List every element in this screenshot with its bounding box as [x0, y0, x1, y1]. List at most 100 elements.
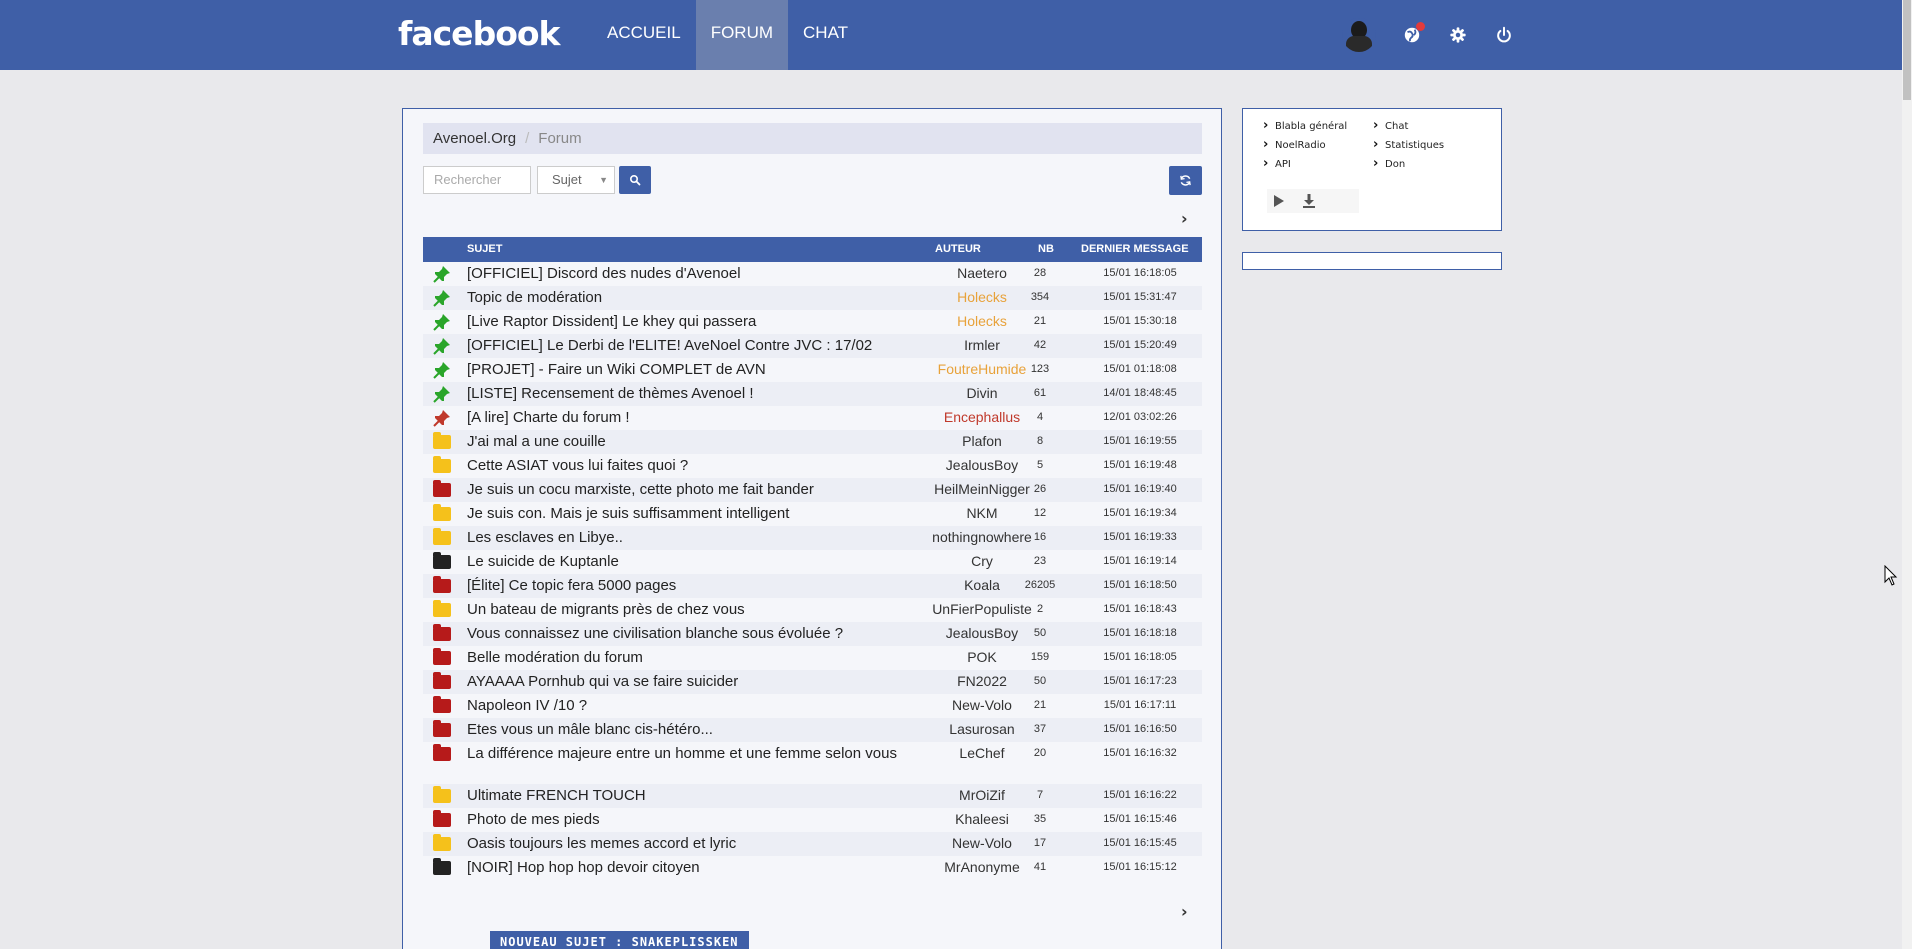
power-icon[interactable]	[1494, 25, 1514, 45]
settings-gear-icon[interactable]	[1448, 25, 1468, 45]
breadcrumb-home[interactable]: Avenoel.Org	[433, 130, 516, 147]
topic-subject-link[interactable]: Napoleon IV /10 ?	[467, 696, 907, 716]
search-button[interactable]	[619, 166, 651, 194]
col-auteur[interactable]: AUTEUR	[935, 237, 981, 262]
scrollbar-thumb[interactable]	[1903, 0, 1911, 100]
topic-last-message-date[interactable]: 14/01 18:48:45	[1075, 387, 1205, 399]
topic-subject-link[interactable]: [Live Raptor Dissident] Le khey qui pass…	[467, 312, 907, 332]
table-row[interactable]: Photo de mes pieds Khaleesi 35 15/01 16:15:…	[423, 808, 1202, 832]
table-row[interactable]: Topic de modération Holecks 354 15/01 15:31…	[423, 286, 1202, 310]
table-row[interactable]: Les esclaves en Libye.. nothingnowhere 16 1…	[423, 526, 1202, 550]
nav-accueil[interactable]: ACCUEIL	[592, 0, 696, 70]
table-row[interactable]: [LISTE] Recensement de thèmes Avenoel ! D…	[423, 382, 1202, 406]
topic-last-message-date[interactable]: 15/01 16:15:45	[1075, 837, 1205, 849]
table-row[interactable]: [OFFICIEL] Le Derbi de l'ELITE! AveNoel …	[423, 334, 1202, 358]
topic-subject-link[interactable]: [PROJET] - Faire un Wiki COMPLET de AVN	[467, 360, 907, 380]
topic-subject-link[interactable]: [Élite] Ce topic fera 5000 pages	[467, 576, 907, 596]
topic-last-message-date[interactable]: 15/01 16:16:32	[1075, 747, 1205, 759]
topic-subject-link[interactable]: AYAAAA Pornhub qui va se faire suicider	[467, 672, 907, 692]
topic-last-message-date[interactable]: 15/01 16:17:23	[1075, 675, 1205, 687]
topic-subject-link[interactable]: La différence majeure entre un homme et …	[467, 744, 907, 764]
topic-last-message-date[interactable]: 15/01 16:16:50	[1075, 723, 1205, 735]
topic-subject-link[interactable]: [NOIR] Hop hop hop devoir citoyen	[467, 858, 907, 878]
topic-last-message-date[interactable]: 15/01 16:19:48	[1075, 459, 1205, 471]
topic-subject-link[interactable]: Cette ASIAT vous lui faites quoi ?	[467, 456, 907, 476]
table-row[interactable]: Je suis con. Mais je suis suffisamment i…	[423, 502, 1202, 526]
link-chat[interactable]: › Chat	[1373, 118, 1408, 133]
topic-subject-link[interactable]: Le suicide de Kuptanle	[467, 552, 907, 572]
topic-last-message-date[interactable]: 15/01 15:30:18	[1075, 315, 1205, 327]
new-topic-button[interactable]: NOUVEAU SUJET : SNAKEPLISSKEN	[490, 931, 749, 949]
table-row[interactable]: Ultimate FRENCH TOUCH MrOiZif 7 15/01 16:16…	[423, 784, 1202, 808]
topic-last-message-date[interactable]: 15/01 16:15:46	[1075, 813, 1205, 825]
table-row[interactable]: [Live Raptor Dissident] Le khey qui pass…	[423, 310, 1202, 334]
refresh-button[interactable]	[1169, 166, 1202, 195]
topic-last-message-date[interactable]: 15/01 16:19:55	[1075, 435, 1205, 447]
topic-last-message-date[interactable]: 15/01 16:18:50	[1075, 579, 1205, 591]
col-sujet[interactable]: SUJET	[467, 237, 502, 262]
topic-last-message-date[interactable]: 15/01 16:19:33	[1075, 531, 1205, 543]
search-input[interactable]: Rechercher	[423, 166, 531, 194]
table-row[interactable]: Je suis un cocu marxiste, cette photo me…	[423, 478, 1202, 502]
topic-last-message-date[interactable]: 15/01 16:18:05	[1075, 651, 1205, 663]
topic-subject-link[interactable]: Je suis un cocu marxiste, cette photo me…	[467, 480, 907, 500]
topic-last-message-date[interactable]: 15/01 15:20:49	[1075, 339, 1205, 351]
topic-subject-link[interactable]: Vous connaissez une civilisation blanche…	[467, 624, 907, 644]
table-row[interactable]: Oasis toujours les memes accord et lyric…	[423, 832, 1202, 856]
link-don[interactable]: › Don	[1373, 156, 1405, 171]
topic-last-message-date[interactable]: 15/01 16:15:12	[1075, 861, 1205, 873]
page-scrollbar[interactable]	[1902, 0, 1912, 949]
topic-last-message-date[interactable]: 15/01 16:19:34	[1075, 507, 1205, 519]
table-row[interactable]: [PROJET] - Faire un Wiki COMPLET de AVN F…	[423, 358, 1202, 382]
play-icon[interactable]	[1271, 193, 1287, 209]
link-api[interactable]: › API	[1263, 156, 1291, 171]
topic-subject-link[interactable]: [A lire] Charte du forum !	[467, 408, 907, 428]
topic-subject-link[interactable]: Je suis con. Mais je suis suffisamment i…	[467, 504, 907, 524]
table-row[interactable]: AYAAAA Pornhub qui va se faire suicider F…	[423, 670, 1202, 694]
avatar[interactable]	[1342, 18, 1376, 52]
topic-last-message-date[interactable]: 15/01 16:18:43	[1075, 603, 1205, 615]
topic-subject-link[interactable]: [OFFICIEL] Le Derbi de l'ELITE! AveNoel …	[467, 336, 907, 356]
topic-last-message-date[interactable]: 15/01 15:31:47	[1075, 291, 1205, 303]
table-row[interactable]: J'ai mal a une couille Plafon 8 15/01 16:19…	[423, 430, 1202, 454]
topic-subject-link[interactable]: Ultimate FRENCH TOUCH	[467, 786, 907, 806]
topic-subject-link[interactable]: Oasis toujours les memes accord et lyric	[467, 834, 907, 854]
notifications-globe-icon[interactable]	[1402, 22, 1425, 45]
topic-last-message-date[interactable]: 15/01 01:18:08	[1075, 363, 1205, 375]
link-blabla[interactable]: › Blabla général	[1263, 118, 1347, 133]
table-row[interactable]: Etes vous un mâle blanc cis-hétéro... Las…	[423, 718, 1202, 742]
link-statistiques[interactable]: › Statistiques	[1373, 137, 1444, 152]
topic-last-message-date[interactable]: 15/01 16:19:40	[1075, 483, 1205, 495]
topic-last-message-date[interactable]: 12/01 03:02:26	[1075, 411, 1205, 423]
topic-subject-link[interactable]: Belle modération du forum	[467, 648, 907, 668]
table-row[interactable]: [Élite] Ce topic fera 5000 pages Koala 262…	[423, 574, 1202, 598]
table-row[interactable]: La différence majeure entre un homme et …	[423, 742, 1202, 784]
table-row[interactable]: Vous connaissez une civilisation blanche…	[423, 622, 1202, 646]
topic-last-message-date[interactable]: 15/01 16:17:11	[1075, 699, 1205, 711]
download-icon[interactable]	[1301, 193, 1317, 209]
next-page-chevron-icon[interactable]: ›	[1181, 902, 1188, 921]
facebook-logo[interactable]: facebook	[398, 14, 560, 53]
topic-subject-link[interactable]: Photo de mes pieds	[467, 810, 907, 830]
table-row[interactable]: [NOIR] Hop hop hop devoir citoyen MrAnony…	[423, 856, 1202, 880]
nav-forum[interactable]: FORUM	[695, 0, 789, 70]
table-row[interactable]: Un bateau de migrants près de chez vous U…	[423, 598, 1202, 622]
col-dernier-message[interactable]: DERNIER MESSAGE	[1081, 237, 1189, 262]
topic-subject-link[interactable]: J'ai mal a une couille	[467, 432, 907, 452]
table-row[interactable]: Le suicide de Kuptanle Cry 23 15/01 16:19:1…	[423, 550, 1202, 574]
topic-last-message-date[interactable]: 15/01 16:18:18	[1075, 627, 1205, 639]
topic-last-message-date[interactable]: 15/01 16:19:14	[1075, 555, 1205, 567]
table-row[interactable]: [OFFICIEL] Discord des nudes d'Avenoel Na…	[423, 262, 1202, 286]
topic-subject-link[interactable]: Topic de modération	[467, 288, 907, 308]
table-row[interactable]: [A lire] Charte du forum ! Encephallus 4 12…	[423, 406, 1202, 430]
table-row[interactable]: Belle modération du forum POK 159 15/01 16:…	[423, 646, 1202, 670]
topic-subject-link[interactable]: Un bateau de migrants près de chez vous	[467, 600, 907, 620]
topic-last-message-date[interactable]: 15/01 16:16:22	[1075, 789, 1205, 801]
table-row[interactable]: Napoleon IV /10 ? New-Volo 21 15/01 16:17:1…	[423, 694, 1202, 718]
topic-subject-link[interactable]: Etes vous un mâle blanc cis-hétéro...	[467, 720, 907, 740]
nav-chat[interactable]: CHAT	[788, 0, 863, 70]
topic-subject-link[interactable]: [OFFICIEL] Discord des nudes d'Avenoel	[467, 264, 907, 284]
topic-last-message-date[interactable]: 15/01 16:18:05	[1075, 267, 1205, 279]
topic-subject-link[interactable]: Les esclaves en Libye..	[467, 528, 907, 548]
col-nb[interactable]: NB	[1038, 237, 1054, 262]
